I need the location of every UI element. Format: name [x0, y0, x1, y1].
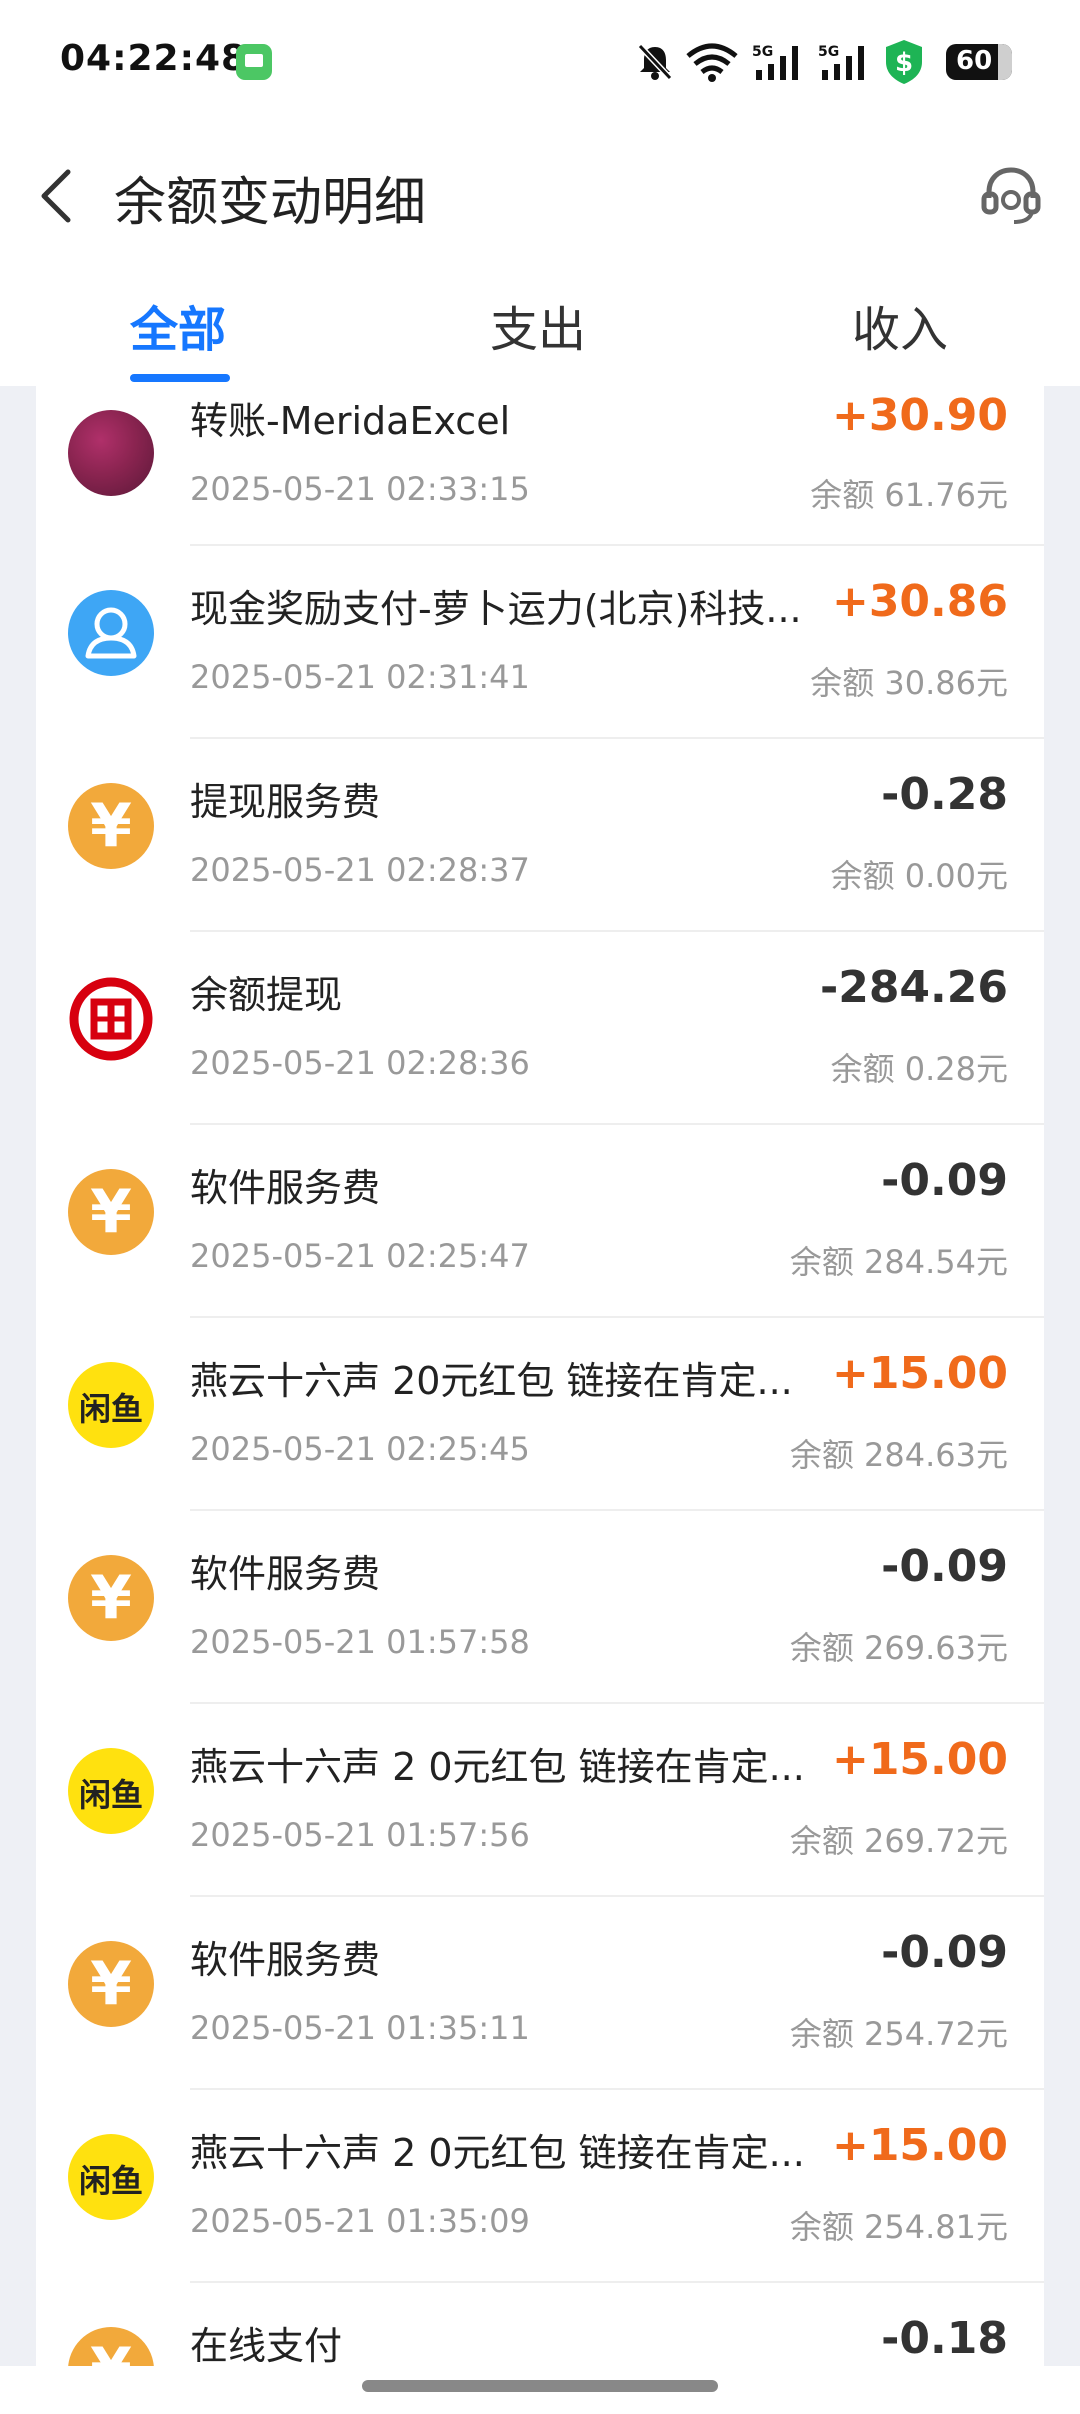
icbc-bank-icon: [68, 976, 154, 1062]
bell-muted-icon: [637, 43, 673, 81]
transaction-amount: -0.09: [881, 1927, 1008, 1978]
transaction-time: 2025-05-21 01:57:58: [190, 1623, 530, 1661]
transaction-balance: 余额 254.72元: [789, 2015, 1008, 2053]
transaction-time: 2025-05-21 01:35:11: [190, 2009, 530, 2047]
transaction-title: 现金奖励支付-萝卜运力(北京)科技...: [190, 587, 802, 631]
page-title: 余额变动明细: [114, 173, 427, 233]
svg-text:5G: 5G: [752, 44, 773, 60]
transaction-amount: +30.86: [831, 576, 1008, 627]
transaction-amount: -0.09: [881, 1541, 1008, 1592]
app-header: 余额变动明细: [0, 140, 1080, 250]
tab-all[interactable]: 全部: [130, 290, 226, 360]
transaction-amount: -0.28: [881, 769, 1008, 820]
transaction-time: 2025-05-21 02:28:36: [190, 1044, 530, 1082]
tab-bar: 全部 支出 收入: [0, 280, 1080, 386]
person-avatar-icon: [68, 590, 154, 676]
active-tab-indicator: [130, 374, 230, 382]
list-item[interactable]: 闲鱼 燕云十六声 2 0元红包 链接在肯定... 2025-05-21 01:5…: [36, 1704, 1044, 1897]
transaction-time: 2025-05-21 02:25:47: [190, 1237, 530, 1275]
transaction-title: 软件服务费: [190, 1166, 381, 1210]
list-item[interactable]: ¥ 提现服务费 2025-05-21 02:28:37 -0.28 余额 0.0…: [36, 739, 1044, 932]
top-area: 04:22:48 5G 5G $ 60 余额变动明细 全部 支出 收入: [0, 0, 1080, 386]
transaction-balance: 余额 284.54元: [789, 1243, 1008, 1281]
yuan-icon: ¥: [68, 783, 154, 869]
transaction-amount: +15.00: [831, 1734, 1008, 1785]
yuan-icon: ¥: [68, 1169, 154, 1255]
transaction-title: 提现服务费: [190, 780, 381, 824]
transaction-amount: -284.26: [819, 962, 1008, 1013]
transaction-balance: 余额 30.86元: [810, 664, 1008, 702]
transaction-balance: 余额 269.63元: [789, 1629, 1008, 1667]
svg-text:$: $: [895, 48, 913, 78]
transaction-title: 转账-MeridaExcel: [190, 399, 511, 443]
transaction-balance: 余额 269.72元: [789, 1822, 1008, 1860]
home-indicator[interactable]: [362, 2380, 718, 2392]
transaction-amount: -0.18: [881, 2313, 1008, 2364]
status-bar: 04:22:48 5G 5G $ 60: [0, 0, 1080, 120]
list-item[interactable]: ¥ 软件服务费 2025-05-21 01:57:58 -0.09 余额 269…: [36, 1511, 1044, 1704]
transaction-title: 软件服务费: [190, 1552, 381, 1596]
xianyu-icon: 闲鱼: [68, 2134, 154, 2220]
transaction-title: 燕云十六声 2 0元红包 链接在肯定...: [190, 2131, 805, 2175]
user-photo-avatar: [68, 410, 154, 496]
transaction-time: 2025-05-21 01:57:56: [190, 1816, 530, 1854]
list-item[interactable]: 闲鱼 燕云十六声 2 0元红包 链接在肯定... 2025-05-21 01:3…: [36, 2090, 1044, 2283]
transaction-time: 2025-05-21 01:35:09: [190, 2202, 530, 2240]
transaction-title: 软件服务费: [190, 1938, 381, 1982]
yuan-icon: ¥: [68, 1941, 154, 2027]
transaction-amount: +30.90: [831, 390, 1008, 441]
message-notification-icon: [236, 44, 272, 80]
security-shield-icon: $: [886, 40, 922, 84]
battery-icon: 60: [946, 44, 1012, 80]
status-time: 04:22:48: [60, 38, 248, 79]
transaction-title: 余额提现: [190, 973, 343, 1017]
list-item[interactable]: ¥ 软件服务费 2025-05-21 02:25:47 -0.09 余额 284…: [36, 1125, 1044, 1318]
transaction-balance: 余额 254.81元: [789, 2208, 1008, 2246]
yuan-icon: ¥: [68, 2327, 154, 2366]
tab-income[interactable]: 收入: [852, 290, 948, 360]
transaction-amount: +15.00: [831, 1348, 1008, 1399]
transaction-amount: -0.09: [881, 1155, 1008, 1206]
list-item[interactable]: 余额提现 2025-05-21 02:28:36 -284.26 余额 0.28…: [36, 932, 1044, 1125]
transaction-title: 在线支付: [190, 2324, 343, 2366]
tab-expense[interactable]: 支出: [490, 290, 586, 360]
transaction-time: 2025-05-21 02:33:15: [190, 470, 530, 508]
transaction-balance: 余额 61.76元: [810, 476, 1008, 514]
signal-5g-icon: 5G: [818, 44, 864, 80]
yuan-icon: ¥: [68, 1555, 154, 1641]
battery-level: 60: [956, 46, 993, 76]
list-item[interactable]: 现金奖励支付-萝卜运力(北京)科技... 2025-05-21 02:31:41…: [36, 546, 1044, 739]
transaction-title: 燕云十六声 2 0元红包 链接在肯定...: [190, 1745, 805, 1789]
list-item[interactable]: 闲鱼 燕云十六声 20元红包 链接在肯定... 2025-05-21 02:25…: [36, 1318, 1044, 1511]
signal-5g-icon: 5G: [752, 44, 798, 80]
transaction-time: 2025-05-21 02:31:41: [190, 658, 530, 696]
wifi-icon: [686, 43, 738, 82]
list-item[interactable]: ¥ 在线支付 -0.18: [36, 2283, 1044, 2366]
customer-service-icon[interactable]: [976, 160, 1046, 230]
xianyu-icon: 闲鱼: [68, 1748, 154, 1834]
transaction-balance: 余额 0.00元: [830, 857, 1008, 895]
xianyu-icon: 闲鱼: [68, 1362, 154, 1448]
transaction-list: 转账-MeridaExcel 2025-05-21 02:33:15 +30.9…: [36, 386, 1044, 2366]
transaction-time: 2025-05-21 02:28:37: [190, 851, 530, 889]
svg-text:5G: 5G: [818, 44, 839, 60]
transaction-balance: 余额 0.28元: [830, 1050, 1008, 1088]
transaction-balance: 余额 284.63元: [789, 1436, 1008, 1474]
back-arrow-icon[interactable]: [32, 164, 84, 228]
navigation-bar: [0, 2366, 1080, 2414]
list-item[interactable]: ¥ 软件服务费 2025-05-21 01:35:11 -0.09 余额 254…: [36, 1897, 1044, 2090]
transaction-amount: +15.00: [831, 2120, 1008, 2171]
transaction-title: 燕云十六声 20元红包 链接在肯定...: [190, 1359, 793, 1403]
transaction-time: 2025-05-21 02:25:45: [190, 1430, 530, 1468]
